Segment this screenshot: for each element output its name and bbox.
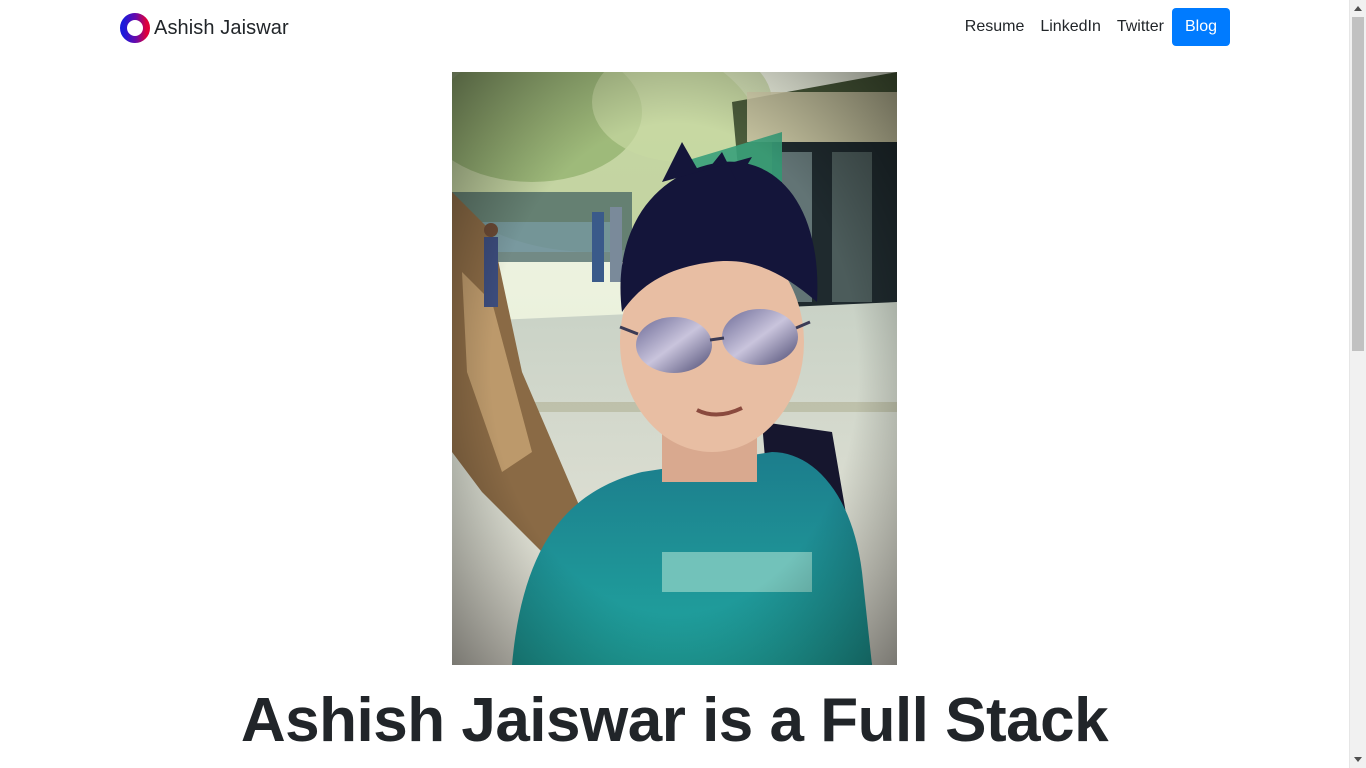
nav-links: Resume LinkedIn Twitter Blog (957, 8, 1230, 46)
page: Ashish Jaiswar Resume LinkedIn Twitter B… (0, 0, 1349, 768)
brand-name: Ashish Jaiswar (154, 16, 289, 39)
page-scrollbar[interactable] (1349, 0, 1366, 768)
nav-link-linkedin[interactable]: LinkedIn (1032, 8, 1109, 46)
nav-link-resume[interactable]: Resume (957, 8, 1033, 46)
blog-button[interactable]: Blog (1171, 8, 1230, 46)
ring-logo-icon (120, 13, 150, 43)
hero-headline: Ashish Jaiswar is a Full Stack (240, 686, 1109, 755)
scroll-thumb[interactable] (1352, 17, 1364, 351)
scroll-down-icon[interactable] (1350, 751, 1366, 768)
scroll-up-icon[interactable] (1350, 0, 1366, 17)
brand-link[interactable]: Ashish Jaiswar (119, 12, 289, 44)
profile-photo (452, 72, 897, 665)
browser-viewport: Ashish Jaiswar Resume LinkedIn Twitter B… (0, 0, 1366, 768)
navbar: Ashish Jaiswar Resume LinkedIn Twitter B… (0, 0, 1349, 56)
nav-link-twitter[interactable]: Twitter (1109, 8, 1172, 46)
